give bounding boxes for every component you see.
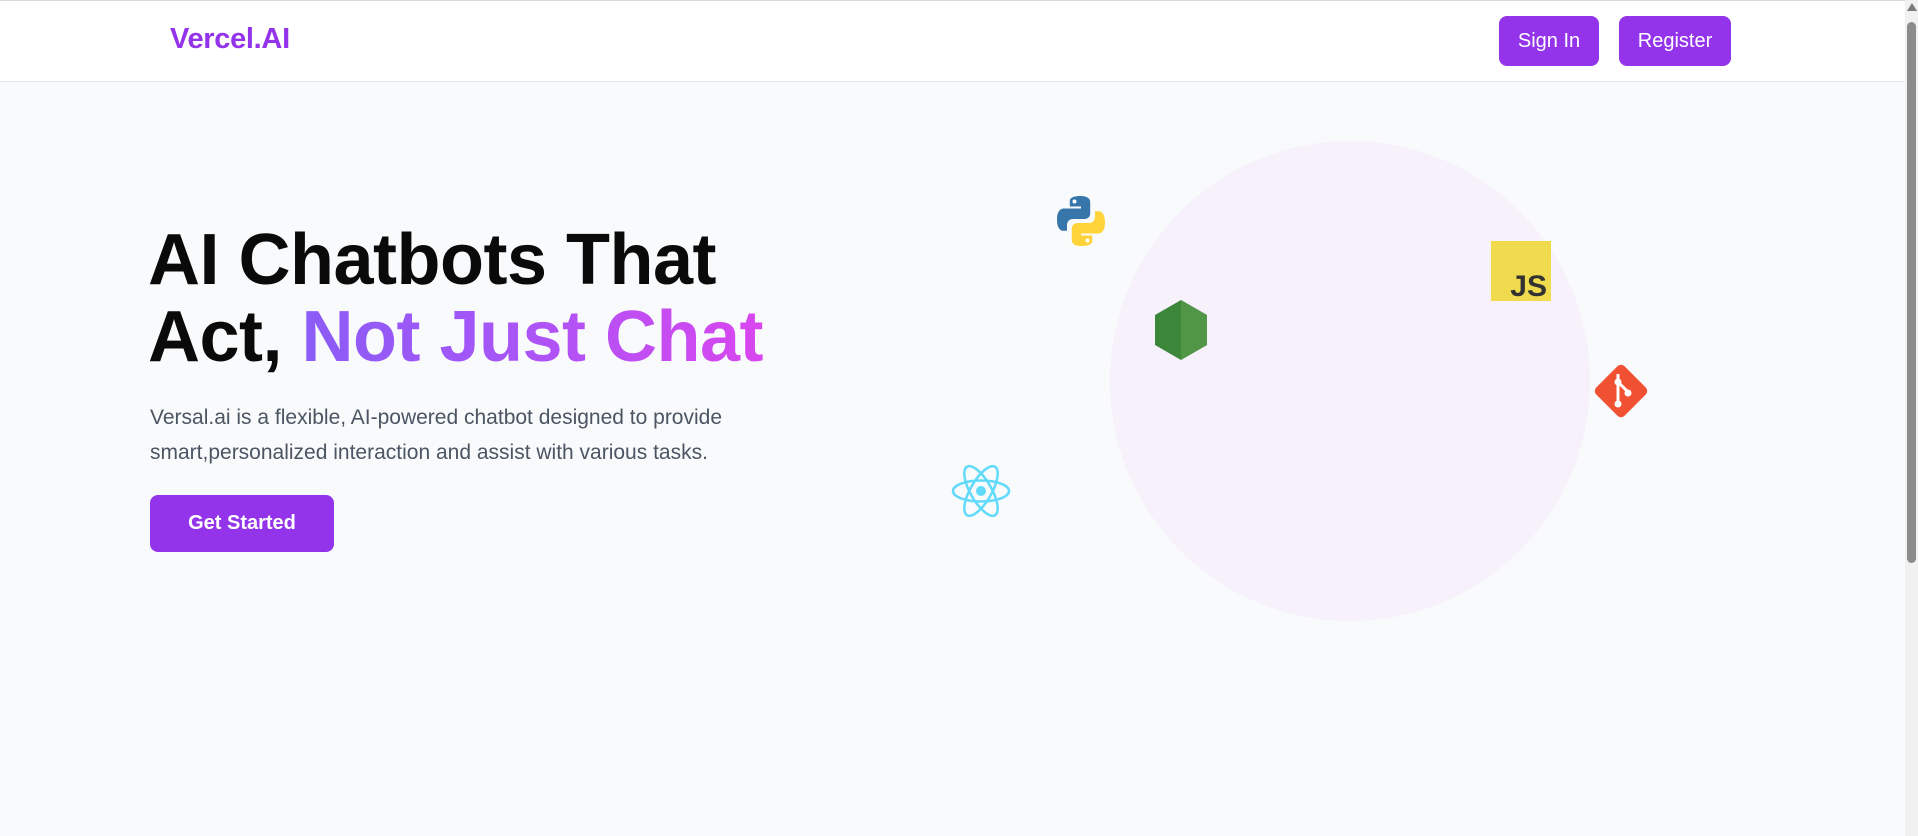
brand-logo[interactable]: Vercel.AI	[170, 23, 290, 56]
javascript-icon: JS	[1491, 241, 1551, 301]
hero-title-highlight: Not Just Chat	[301, 297, 764, 377]
javascript-icon-label: JS	[1510, 270, 1547, 301]
hero-description: Versal.ai is a flexible, AI-powered chat…	[150, 406, 723, 464]
nodejs-icon	[1155, 300, 1207, 360]
top-navbar: Vercel.AI Sign In Register	[0, 1, 1905, 82]
hero-title-line2: Act,	[148, 297, 302, 377]
react-icon	[951, 464, 1011, 518]
page-scrollbar[interactable]	[1905, 0, 1918, 836]
register-button[interactable]: Register	[1619, 16, 1731, 66]
git-icon	[1594, 364, 1648, 418]
hero-title: AI Chatbots That Act, Not Just Chat	[148, 220, 764, 377]
get-started-button[interactable]: Get Started	[150, 495, 334, 552]
landing-page: Vercel.AI Sign In Register AI Chatbots T…	[0, 0, 1918, 836]
scroll-up-arrow-icon[interactable]	[1907, 3, 1917, 11]
python-icon	[1057, 196, 1105, 246]
scrollbar-thumb[interactable]	[1907, 22, 1916, 563]
hero-title-line1: AI Chatbots That	[148, 220, 716, 300]
decorative-circle	[1110, 141, 1590, 621]
sign-in-button[interactable]: Sign In	[1499, 16, 1599, 66]
